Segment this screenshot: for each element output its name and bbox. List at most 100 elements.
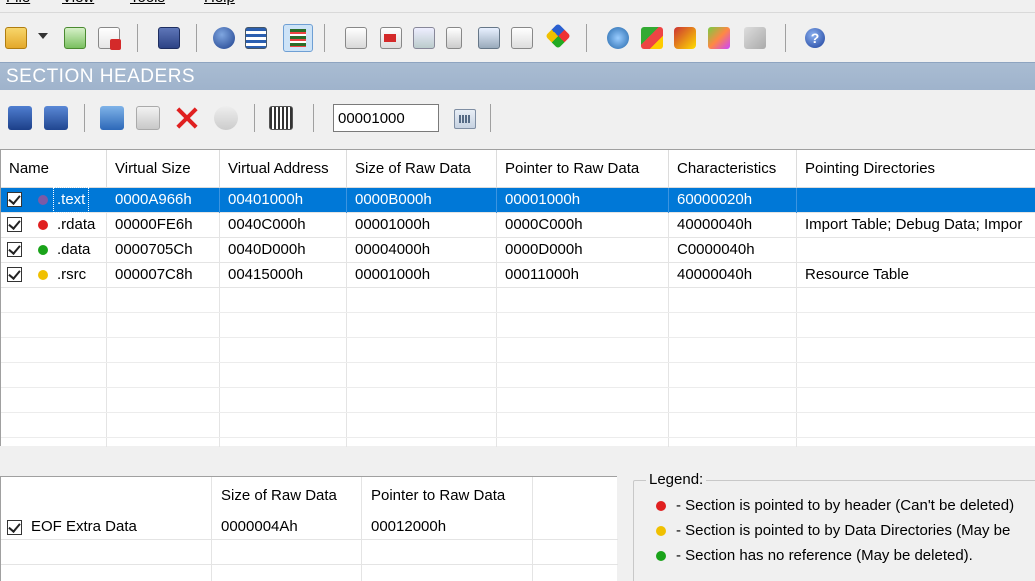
edit-section-icon[interactable] [100, 106, 124, 130]
settings-icon[interactable] [511, 27, 533, 49]
empty-row [1, 363, 1035, 388]
add-section-icon[interactable] [136, 106, 160, 130]
tools2-icon[interactable] [674, 27, 696, 49]
cell-directories [797, 238, 1035, 263]
compare-icon[interactable] [545, 23, 571, 49]
menu-file[interactable]: File [6, 0, 30, 8]
export-icon[interactable] [413, 27, 435, 49]
sections-table: Name Virtual Size Virtual Address Size o… [0, 149, 1035, 447]
section-title: SECTION HEADERS [6, 66, 196, 87]
toolbar-separator [254, 104, 255, 132]
cell-characteristics: 60000020h [669, 188, 797, 213]
table-row[interactable]: .rdata 00000FE6h 0040C000h 00001000h 000… [1, 213, 1035, 238]
copy-section-icon[interactable] [8, 106, 32, 130]
list-view-icon[interactable] [283, 24, 313, 52]
table-row[interactable]: .text 0000A966h 00401000h 0000B000h 0000… [1, 187, 1035, 213]
section-name: .data [57, 241, 91, 258]
column-header-ptr-raw[interactable]: Pointer to Raw Data [497, 150, 669, 188]
section-name: .rdata [57, 216, 96, 233]
disk-icon[interactable] [478, 27, 500, 49]
edit-icon[interactable] [446, 27, 462, 49]
eof-column-size-raw[interactable]: Size of Raw Data [221, 486, 337, 506]
eof-column-ptr-raw[interactable]: Pointer to Raw Data [371, 486, 505, 506]
empty-row [1, 338, 1035, 363]
cell-size-raw: 00001000h [347, 263, 497, 288]
rva-input[interactable] [333, 104, 439, 132]
add-section-icon[interactable] [345, 27, 367, 49]
toolbar-separator [586, 24, 587, 52]
section-name: .rsrc [57, 266, 87, 283]
cell-ptr-raw: 0000C000h [497, 213, 669, 238]
column-header-name[interactable]: Name [1, 150, 107, 188]
dropdown-arrow-icon[interactable] [38, 33, 48, 43]
delete-icon[interactable] [174, 106, 198, 130]
toolbar-separator [137, 24, 138, 52]
cell-size-raw: 0000B000h [347, 188, 497, 213]
legend-dot-red [656, 501, 666, 511]
table-row[interactable]: .rsrc 000007C8h 00415000h 00001000h 0001… [1, 263, 1035, 288]
calc-button[interactable] [454, 109, 476, 129]
empty-row [1, 413, 1035, 438]
column-header-virtual-address[interactable]: Virtual Address [220, 150, 347, 188]
cell-characteristics: C0000040h [669, 238, 797, 263]
cell-virtual-address: 0040D000h [220, 238, 347, 263]
section-checkbox[interactable] [7, 192, 22, 207]
cell-ptr-raw: 0000D000h [497, 238, 669, 263]
toolbar-separator [785, 24, 786, 52]
menu-view[interactable]: View [62, 0, 94, 8]
cell-virtual-size: 000007C8h [107, 263, 220, 288]
refresh-icon[interactable] [64, 27, 86, 49]
menu-tools[interactable]: Tools [130, 0, 165, 8]
toolbar-separator [313, 104, 314, 132]
section-checkbox[interactable] [7, 267, 22, 282]
legend-title: Legend: [646, 470, 707, 490]
cell-characteristics: 40000040h [669, 213, 797, 238]
cell-size-raw: 00001000h [347, 213, 497, 238]
column-header-size-raw[interactable]: Size of Raw Data [347, 150, 497, 188]
legend-dot-yellow [656, 526, 666, 536]
eof-checkbox[interactable] [7, 520, 22, 535]
status-dot [38, 195, 48, 205]
eof-label: EOF Extra Data [31, 518, 137, 535]
save-icon[interactable] [158, 27, 180, 49]
main-toolbar: ? [0, 12, 1035, 62]
undo-icon[interactable] [214, 106, 238, 130]
tools-icon[interactable] [641, 27, 663, 49]
cell-ptr-raw: 00001000h [497, 188, 669, 213]
section-name: .text [52, 187, 90, 213]
legend-dot-green [656, 551, 666, 561]
paste-section-icon[interactable] [44, 106, 68, 130]
plugin-icon[interactable] [607, 27, 629, 49]
pe-icon[interactable] [744, 27, 766, 49]
cell-virtual-address: 00415000h [220, 263, 347, 288]
table-row[interactable]: .data 0000705Ch 0040D000h 00004000h 0000… [1, 238, 1035, 263]
section-checkbox[interactable] [7, 217, 22, 232]
tree-view-icon[interactable] [245, 27, 267, 49]
cell-virtual-size: 0000705Ch [107, 238, 220, 263]
help-icon[interactable]: ? [805, 28, 825, 48]
hex-view-icon[interactable] [269, 106, 293, 130]
cell-ptr-raw: 00011000h [497, 263, 669, 288]
cell-directories [797, 188, 1035, 213]
import-icon[interactable] [380, 27, 402, 49]
toolbar-separator [196, 24, 197, 52]
eof-table: Size of Raw Data Pointer to Raw Data EOF… [0, 476, 618, 581]
cell-virtual-address: 0040C000h [220, 213, 347, 238]
menu-help[interactable]: Help [204, 0, 235, 8]
section-checkbox[interactable] [7, 242, 22, 257]
cell-virtual-size: 00000FE6h [107, 213, 220, 238]
cell-directories: Import Table; Debug Data; Impor [805, 216, 1023, 233]
status-dot [38, 245, 48, 255]
info-icon[interactable] [213, 27, 235, 49]
close-file-icon[interactable] [98, 27, 121, 50]
cell-size-raw: 00004000h [347, 238, 497, 263]
status-dot [38, 220, 48, 230]
column-header-directories[interactable]: Pointing Directories [797, 150, 1035, 188]
section-header-band: SECTION HEADERS [0, 62, 1035, 90]
status-dot [38, 270, 48, 280]
column-header-characteristics[interactable]: Characteristics [669, 150, 797, 188]
magic-icon[interactable] [708, 27, 730, 49]
column-header-virtual-size[interactable]: Virtual Size [107, 150, 220, 188]
open-folder-icon[interactable] [5, 27, 27, 49]
empty-row [1, 313, 1035, 338]
